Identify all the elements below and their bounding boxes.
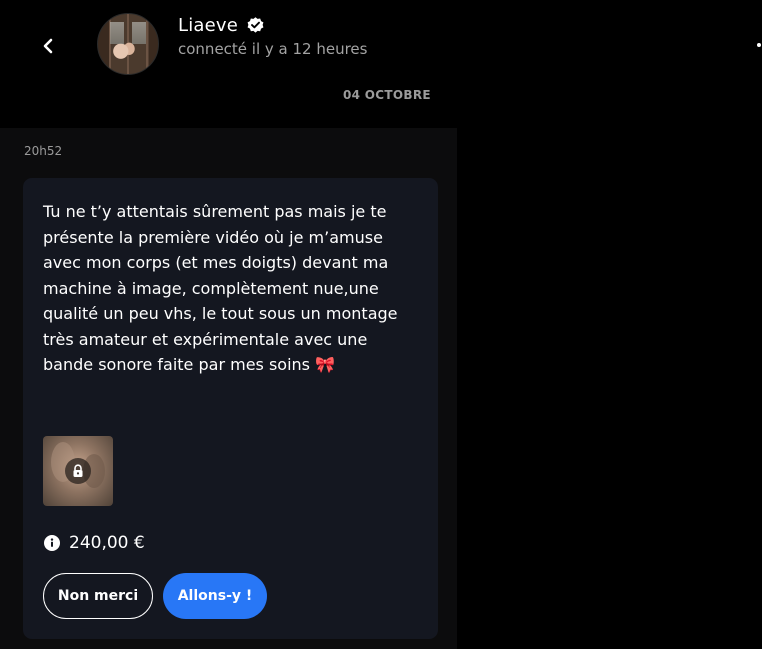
info-icon[interactable] bbox=[44, 535, 60, 551]
price-row: 240,00 € bbox=[44, 532, 145, 554]
paid-message-bubble: Tu ne t’y attentais sûrement pas mais je… bbox=[23, 178, 438, 639]
chevron-left-icon bbox=[43, 38, 53, 54]
avatar[interactable] bbox=[97, 13, 159, 75]
chat-screen: Liaeve connecté il y a 12 heures 04 OCTO… bbox=[0, 0, 762, 649]
date-divider: 04 OCTOBRE bbox=[343, 88, 431, 102]
last-seen-status: connecté il y a 12 heures bbox=[178, 40, 368, 58]
message-text: Tu ne t’y attentais sûrement pas mais je… bbox=[43, 202, 398, 374]
price: 240,00 € bbox=[69, 533, 145, 553]
decline-button[interactable]: Non merci bbox=[43, 573, 153, 619]
back-button[interactable] bbox=[32, 30, 64, 62]
lock-icon bbox=[65, 458, 91, 484]
user-name-row[interactable]: Liaeve bbox=[178, 12, 265, 38]
accept-button[interactable]: Allons-y ! bbox=[163, 573, 267, 619]
locked-media-thumbnail[interactable] bbox=[43, 436, 113, 506]
verified-badge-icon bbox=[246, 16, 265, 35]
more-icon[interactable] bbox=[757, 43, 761, 47]
message-time: 20h52 bbox=[24, 144, 63, 158]
user-name: Liaeve bbox=[178, 14, 239, 36]
chat-header: Liaeve connecté il y a 12 heures 04 OCTO… bbox=[0, 0, 762, 128]
